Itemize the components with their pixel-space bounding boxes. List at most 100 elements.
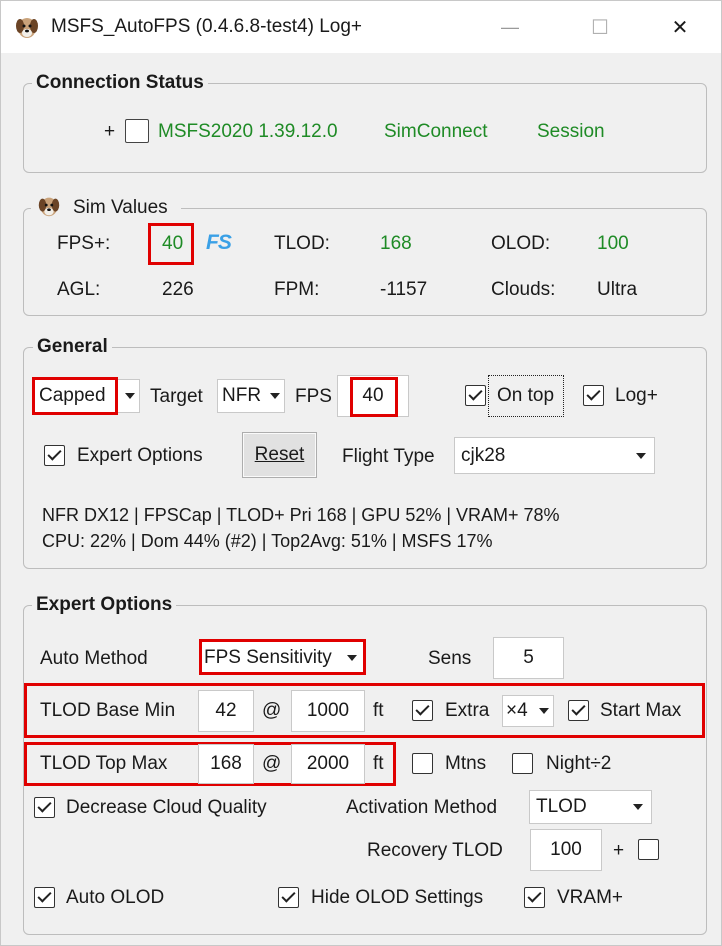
close-button[interactable]: ✕	[657, 9, 703, 45]
recovery-plus-checkbox[interactable]	[638, 839, 659, 860]
target-select[interactable]: NFR	[217, 379, 285, 413]
olod-label: OLOD:	[491, 233, 551, 254]
tlod-top-max-value: 168	[210, 753, 242, 774]
maximize-button[interactable]: ☐	[577, 9, 623, 45]
flight-type-label: Flight Type	[342, 446, 435, 467]
expert-options-label[interactable]: Expert Options	[77, 445, 203, 467]
sim-dog-icon	[38, 197, 60, 217]
extra-label[interactable]: Extra	[445, 700, 489, 722]
fps-value: 40	[162, 233, 184, 254]
tlod-value: 168	[380, 233, 412, 254]
tlod-label: TLOD:	[274, 233, 330, 254]
tlod-top-ft-unit: ft	[373, 753, 384, 774]
agl-label: AGL:	[57, 279, 101, 300]
fs-badge-icon: FS	[206, 231, 232, 254]
mountains-label[interactable]: Mtns	[445, 753, 486, 775]
reset-button[interactable]: Reset	[242, 432, 317, 478]
chevron-down-icon	[539, 708, 549, 714]
expert-options-title: Expert Options	[32, 594, 177, 616]
mountains-checkbox[interactable]	[412, 753, 433, 774]
status-line-2: CPU: 22% | Dom 44% (#2) | Top2Avg: 51% |…	[42, 531, 493, 551]
clouds-label: Clouds:	[491, 279, 556, 300]
fps-target-value: 40	[362, 385, 384, 406]
tlod-top-max-label: TLOD Top Max	[40, 753, 168, 774]
activation-method-label: Activation Method	[346, 797, 498, 818]
extra-checkbox[interactable]	[412, 700, 433, 721]
status-line-1: NFR DX12 | FPSCap | TLOD+ Pri 168 | GPU …	[42, 505, 560, 525]
auto-method-label: Auto Method	[40, 648, 148, 669]
connection-status-title: Connection Status	[32, 72, 208, 94]
log-plus-checkbox[interactable]	[583, 385, 604, 406]
on-top-label[interactable]: On top	[497, 385, 554, 407]
minimize-button[interactable]: —	[487, 9, 533, 45]
tlod-base-min-input[interactable]: 42	[198, 690, 254, 732]
chevron-down-icon	[636, 452, 646, 459]
fps-target-input[interactable]: 40	[337, 375, 409, 417]
fps-label: FPS+:	[57, 233, 111, 254]
tlod-top-at: @	[262, 753, 282, 774]
extra-multiplier-select[interactable]: ×4	[502, 695, 554, 727]
vram-plus-label[interactable]: VRAM+	[557, 887, 623, 909]
recovery-tlod-input[interactable]: 100	[530, 829, 602, 871]
general-title: General	[33, 336, 112, 358]
start-max-label[interactable]: Start Max	[600, 700, 681, 722]
auto-olod-checkbox[interactable]	[34, 887, 55, 908]
olod-value: 100	[597, 233, 629, 254]
tlod-base-at: @	[262, 700, 282, 721]
connection-checkbox[interactable]	[125, 119, 149, 143]
decrease-cloud-label[interactable]: Decrease Cloud Quality	[66, 797, 267, 819]
flight-type-value: cjk28	[461, 444, 506, 466]
mode-select-value: Capped	[39, 385, 106, 406]
msfs-version-status: MSFS2020 1.39.12.0	[158, 121, 338, 142]
tlod-top-alt-value: 2000	[306, 753, 350, 774]
night-label[interactable]: Night÷2	[546, 753, 611, 775]
chevron-down-icon	[125, 393, 135, 399]
hide-olod-label[interactable]: Hide OLOD Settings	[311, 887, 483, 909]
on-top-checkbox[interactable]	[465, 385, 486, 406]
hide-olod-checkbox[interactable]	[278, 887, 299, 908]
chevron-down-icon	[347, 655, 357, 661]
mode-select[interactable]: Capped	[34, 379, 140, 413]
tlod-base-ft-unit: ft	[373, 700, 384, 721]
fpm-label: FPM:	[274, 279, 320, 300]
activation-method-value: TLOD	[536, 796, 587, 817]
log-plus-label[interactable]: Log+	[615, 385, 658, 407]
chevron-down-icon	[270, 393, 280, 399]
chevron-down-icon	[633, 804, 643, 810]
title-bar[interactable]: MSFS_AutoFPS (0.4.6.8-test4) Log+ — ☐ ✕	[1, 1, 721, 53]
recovery-tlod-label: Recovery TLOD	[367, 840, 503, 861]
extra-multiplier-value: ×4	[506, 700, 528, 721]
tlod-base-alt-value: 1000	[306, 700, 350, 721]
sens-label: Sens	[428, 648, 472, 669]
fpm-value: -1157	[380, 279, 428, 300]
tlod-base-min-label: TLOD Base Min	[40, 700, 176, 721]
auto-olod-label[interactable]: Auto OLOD	[66, 887, 164, 909]
tlod-top-alt-input[interactable]: 2000	[291, 744, 365, 784]
target-select-value: NFR	[222, 385, 262, 406]
sens-input[interactable]: 5	[493, 637, 564, 679]
vram-plus-checkbox[interactable]	[524, 887, 545, 908]
app-window: MSFS_AutoFPS (0.4.6.8-test4) Log+ — ☐ ✕ …	[0, 0, 722, 946]
sens-value: 5	[523, 647, 534, 668]
sim-values-title: Sim Values	[73, 197, 168, 218]
tlod-base-alt-input[interactable]: 1000	[291, 690, 365, 732]
agl-value: 226	[162, 279, 194, 300]
flight-type-select[interactable]: cjk28	[454, 437, 655, 474]
target-label: Target	[150, 386, 203, 407]
tlod-top-max-input[interactable]: 168	[198, 744, 254, 784]
activation-method-select[interactable]: TLOD	[529, 790, 652, 824]
recovery-tlod-value: 100	[550, 839, 582, 860]
simconnect-status: SimConnect	[384, 121, 488, 142]
clouds-value: Ultra	[597, 279, 638, 300]
app-dog-icon	[16, 18, 38, 38]
decrease-cloud-checkbox[interactable]	[34, 797, 55, 818]
auto-method-select[interactable]: FPS Sensitivity	[201, 641, 364, 675]
fps-target-label: FPS	[295, 386, 332, 407]
start-max-checkbox[interactable]	[568, 700, 589, 721]
night-checkbox[interactable]	[512, 753, 533, 774]
window-title: MSFS_AutoFPS (0.4.6.8-test4) Log+	[51, 16, 363, 37]
session-status: Session	[537, 121, 605, 142]
connection-plus: +	[104, 121, 116, 142]
expert-options-checkbox[interactable]	[44, 445, 65, 466]
tlod-base-min-value: 42	[215, 700, 237, 721]
